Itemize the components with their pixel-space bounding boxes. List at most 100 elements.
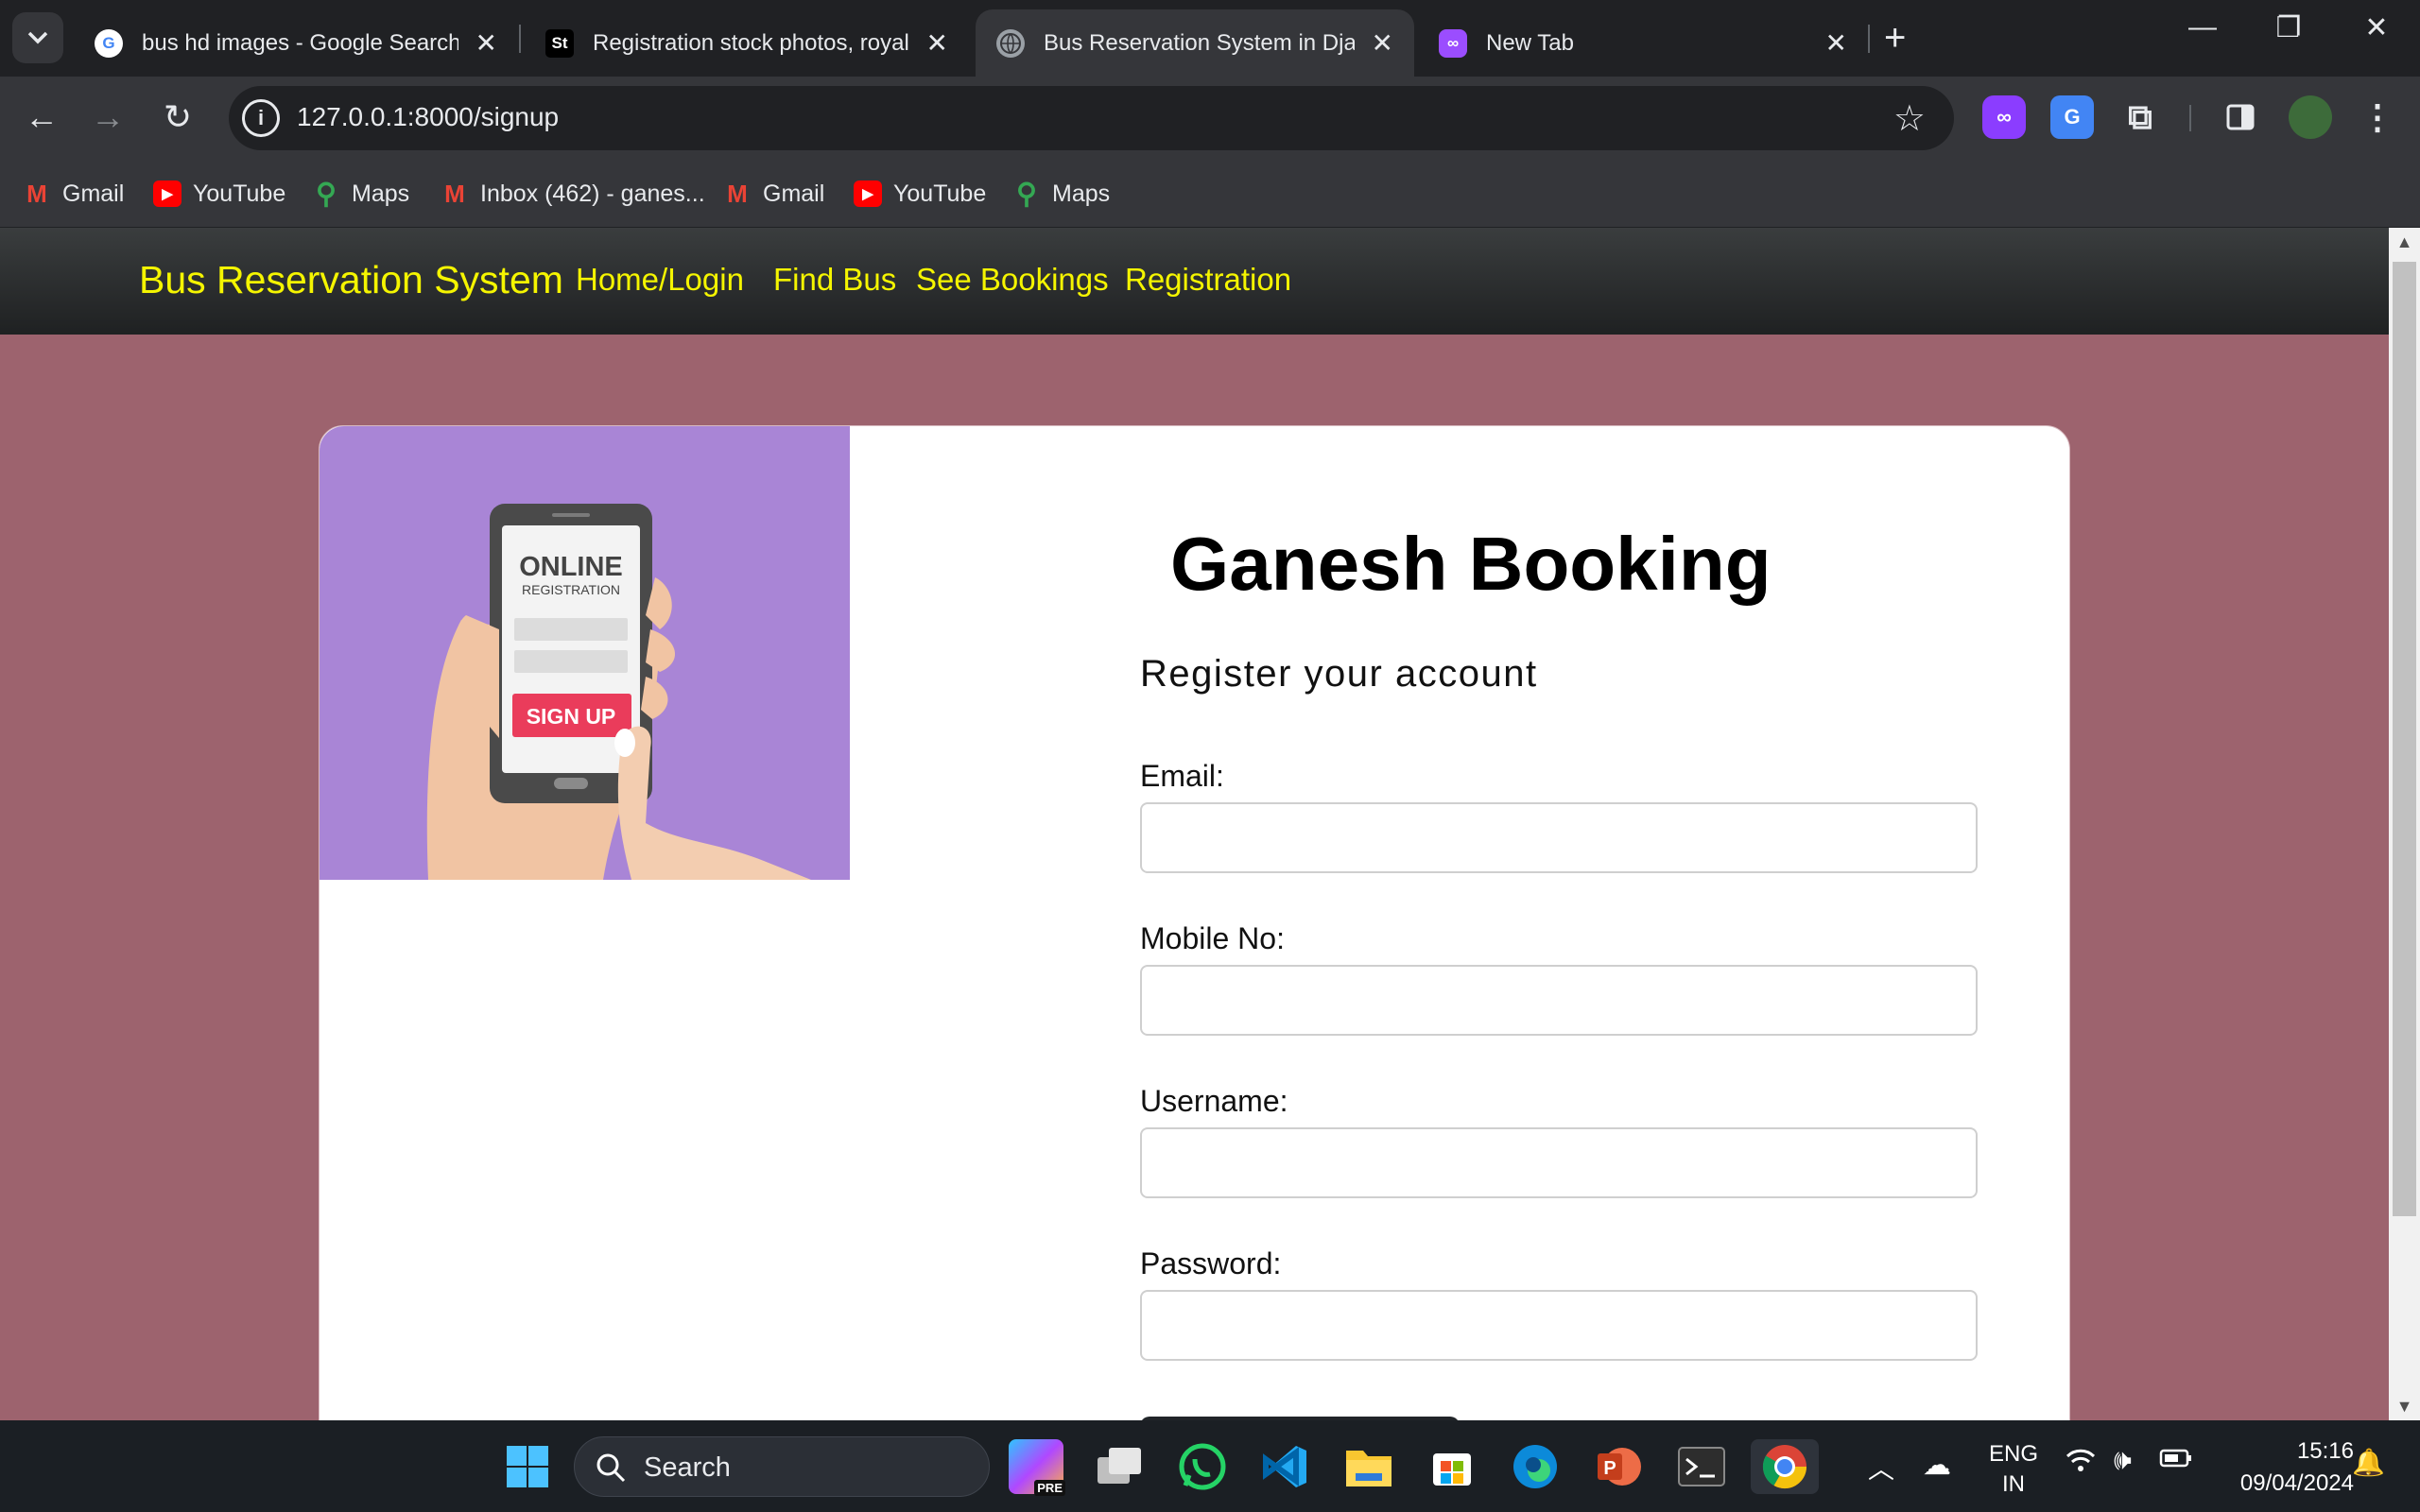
nav-see-bookings[interactable]: See Bookings	[916, 262, 1109, 298]
shutterstock-icon: St	[545, 28, 574, 58]
chrome-icon[interactable]	[1751, 1439, 1819, 1494]
edge-icon[interactable]	[1508, 1439, 1563, 1494]
bookmark-gmail[interactable]: M Gmail	[23, 173, 124, 215]
extension-icon[interactable]: ∞	[1982, 95, 2026, 139]
side-panel-icon[interactable]	[2219, 95, 2262, 139]
task-view-icon[interactable]	[1092, 1439, 1147, 1494]
site-info-icon[interactable]: i	[242, 99, 280, 137]
tab-registration-photos[interactable]: St Registration stock photos, royal ✕	[525, 9, 969, 77]
scroll-up-icon[interactable]: ▲	[2389, 228, 2420, 256]
tray-chevron-up-icon[interactable]: ︿	[1868, 1449, 1894, 1486]
close-tab-icon[interactable]: ✕	[1372, 27, 1393, 59]
battery-icon[interactable]	[2159, 1447, 2193, 1476]
close-tab-icon[interactable]: ✕	[475, 27, 497, 59]
search-icon	[596, 1453, 626, 1483]
scroll-thumb[interactable]	[2393, 262, 2416, 1216]
svg-text:P: P	[1603, 1458, 1616, 1479]
nav-home-login[interactable]: Home/Login	[576, 262, 744, 298]
onedrive-icon[interactable]: ☁	[1923, 1449, 1951, 1482]
gmail-icon: M	[26, 179, 47, 208]
clock-date: 09/04/2024	[2239, 1470, 2354, 1496]
copilot-icon[interactable]: PRE	[1009, 1439, 1065, 1496]
password-label: Password:	[1140, 1246, 1282, 1280]
notification-bell-icon[interactable]: 🔔	[2352, 1447, 2385, 1478]
menu-kebab-icon[interactable]: ⋮	[2356, 95, 2399, 139]
email-field[interactable]	[1140, 802, 1978, 873]
windows-taskbar: Search PRE P ︿ ☁ ENG IN 🕪 15:16 09/04/20…	[0, 1420, 2420, 1512]
bookmark-label: Inbox (462) - ganes...	[480, 180, 705, 207]
tab-google-search[interactable]: G bus hd images - Google Search ✕	[74, 9, 518, 77]
tab-divider	[1868, 25, 1870, 53]
page-scrollbar[interactable]: ▲ ▼	[2389, 228, 2420, 1420]
chevron-down-icon	[27, 31, 48, 44]
mobile-field[interactable]	[1140, 965, 1978, 1036]
globe-icon	[996, 28, 1025, 58]
tab-bus-reservation[interactable]: Bus Reservation System in Djan ✕	[976, 9, 1414, 77]
restore-icon[interactable]: ❐	[2260, 11, 2317, 44]
close-window-icon[interactable]: ✕	[2348, 11, 2405, 44]
bookmark-inbox[interactable]: M Inbox (462) - ganes...	[441, 173, 705, 215]
username-field[interactable]	[1140, 1127, 1978, 1198]
bookmark-gmail[interactable]: M Gmail	[723, 173, 824, 215]
profile-avatar[interactable]	[2289, 95, 2332, 139]
tab-title: Bus Reservation System in Djan	[1044, 29, 1355, 56]
extensions-puzzle-icon[interactable]: ⧉	[2118, 95, 2162, 139]
reload-icon[interactable]: ↻	[149, 97, 206, 137]
language-indicator[interactable]: ENG IN	[1985, 1439, 2042, 1500]
back-arrow-icon[interactable]: ←	[13, 97, 70, 137]
forward-arrow-icon[interactable]: →	[79, 97, 136, 137]
maps-icon: ⚲	[1016, 178, 1037, 210]
new-tab-plus-icon[interactable]: +	[1884, 17, 1906, 60]
clock[interactable]: 15:16 09/04/2024	[2212, 1435, 2354, 1500]
toolbar-divider	[2189, 105, 2191, 131]
bookmark-maps[interactable]: ⚲ Maps	[1012, 173, 1110, 215]
bookmark-star-icon[interactable]: ☆	[1893, 97, 1926, 140]
wifi-icon[interactable]	[2066, 1447, 2096, 1481]
mobile-label: Mobile No:	[1140, 921, 1285, 955]
url-text[interactable]: 127.0.0.1:8000/signup	[297, 102, 559, 132]
close-tab-icon[interactable]: ✕	[1825, 27, 1847, 59]
windows-start-icon[interactable]	[500, 1439, 555, 1494]
bookmark-label: YouTube	[193, 180, 286, 207]
vscode-icon[interactable]	[1258, 1439, 1313, 1494]
minimize-icon[interactable]: —	[2174, 11, 2231, 43]
whatsapp-icon[interactable]	[1175, 1439, 1230, 1494]
address-bar[interactable]: i 127.0.0.1:8000/signup ☆	[229, 86, 1954, 150]
illustration-signup: SIGN UP	[527, 704, 616, 729]
signup-card: ONLINE REGISTRATION SIGN UP Ganesh Booki…	[319, 425, 2070, 1420]
tab-title: New Tab	[1486, 29, 1574, 56]
password-field[interactable]	[1140, 1290, 1978, 1361]
bookmark-label: Gmail	[62, 180, 125, 207]
illustration-subheading: REGISTRATION	[522, 582, 620, 597]
translate-icon[interactable]: G	[2050, 95, 2094, 139]
close-tab-icon[interactable]: ✕	[926, 27, 948, 59]
terminal-icon[interactable]	[1674, 1439, 1729, 1494]
region-code: IN	[2002, 1471, 2025, 1497]
bookmark-maps[interactable]: ⚲ Maps	[312, 173, 409, 215]
bookmark-label: Maps	[1052, 180, 1111, 207]
bookmark-youtube[interactable]: ▶ YouTube	[854, 173, 986, 215]
scroll-down-icon[interactable]: ▼	[2389, 1392, 2420, 1420]
google-icon: G	[95, 28, 123, 58]
maps-icon: ⚲	[316, 178, 337, 210]
bookmark-label: Maps	[352, 180, 410, 207]
file-explorer-icon[interactable]	[1341, 1439, 1396, 1494]
new-tab-icon: ∞	[1439, 28, 1467, 58]
email-label: Email:	[1140, 759, 1224, 793]
powerpoint-icon[interactable]: P	[1591, 1439, 1646, 1494]
tab-title: bus hd images - Google Search	[142, 29, 458, 56]
tab-search-button[interactable]	[12, 12, 63, 63]
volume-icon[interactable]: 🕪	[2114, 1445, 2132, 1477]
bookmark-label: Gmail	[763, 180, 825, 207]
taskbar-search-label: Search	[644, 1452, 731, 1483]
tab-new-tab[interactable]: ∞ New Tab ✕	[1418, 9, 1868, 77]
microsoft-store-icon[interactable]	[1425, 1439, 1479, 1494]
nav-find-bus[interactable]: Find Bus	[773, 262, 896, 298]
taskbar-search[interactable]: Search	[574, 1436, 990, 1497]
navbar-brand[interactable]: Bus Reservation System	[139, 258, 563, 302]
bookmark-youtube[interactable]: ▶ YouTube	[153, 173, 285, 215]
tab-title: Registration stock photos, royal	[593, 29, 909, 56]
bookmarks-bar: M Gmail ▶ YouTube ⚲ Maps M Inbox (462) -…	[0, 160, 2420, 228]
illustration-heading: ONLINE	[519, 552, 623, 582]
nav-registration[interactable]: Registration	[1125, 262, 1291, 298]
